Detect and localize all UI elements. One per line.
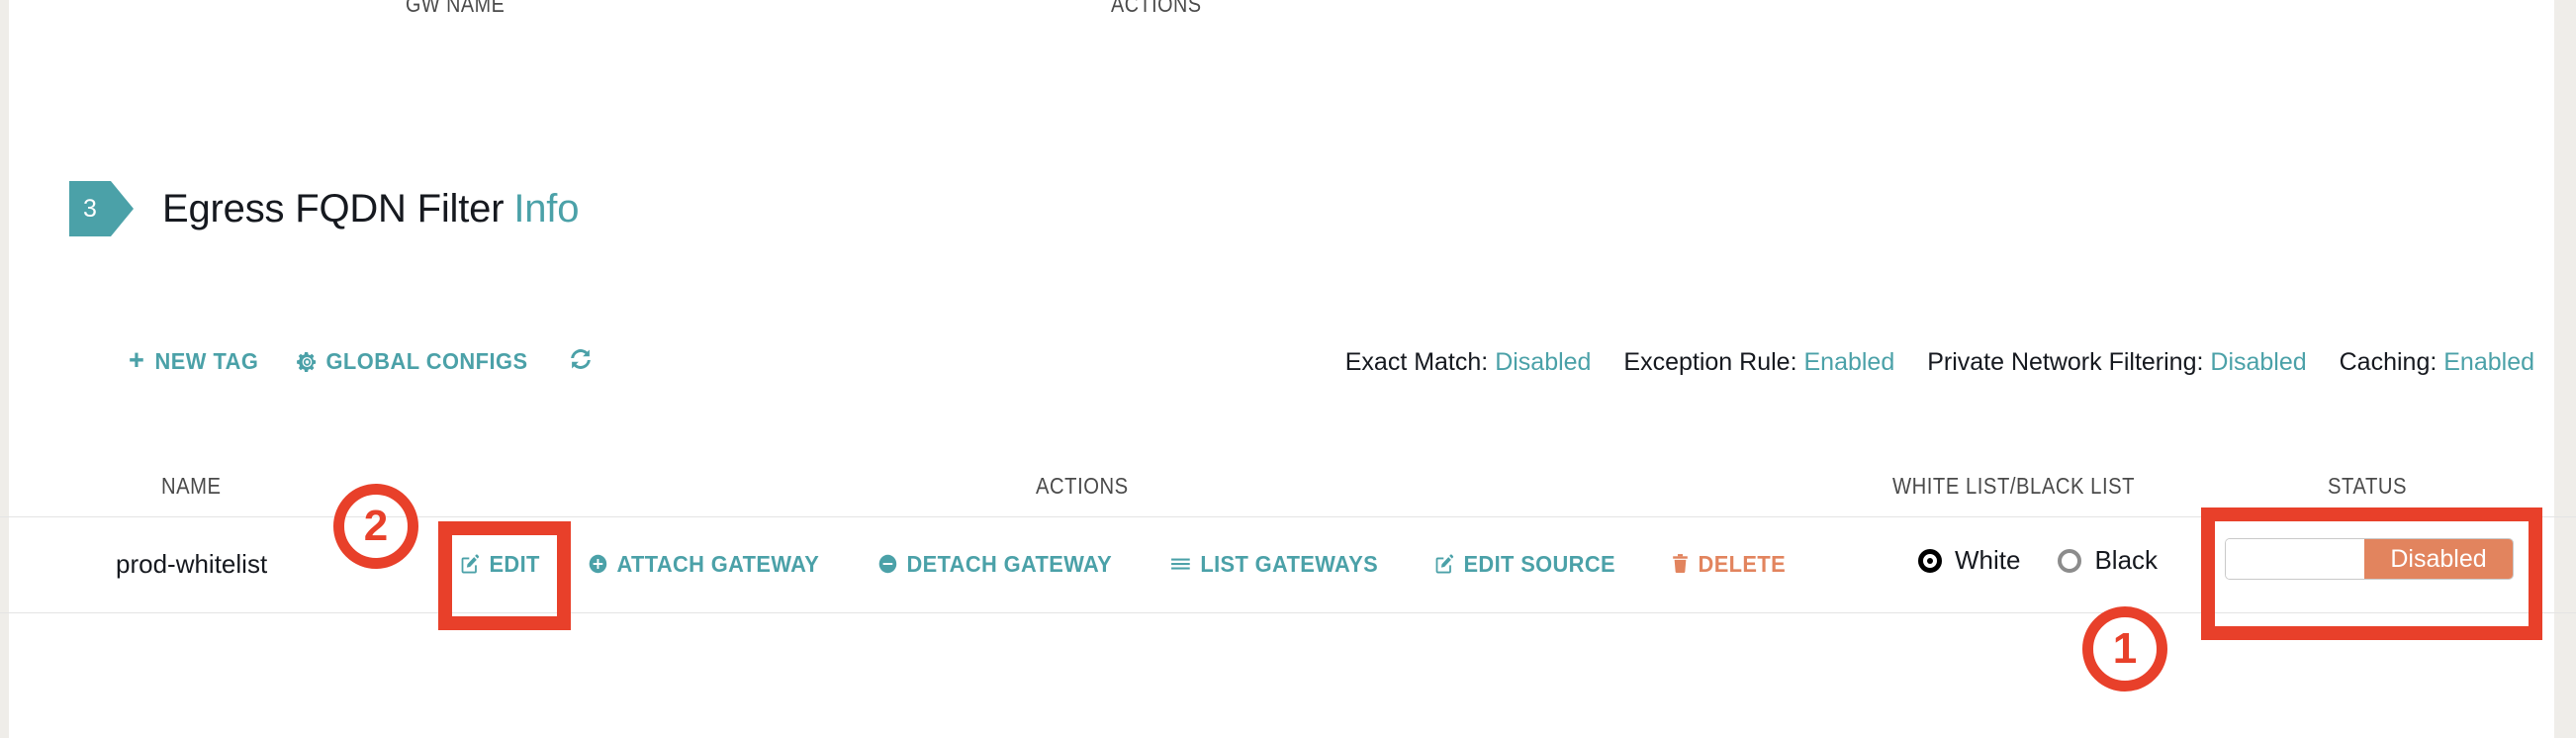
config-private-network-filtering-value[interactable]: Disabled [2210,348,2306,376]
fqdn-filter-table: NAME ACTIONS WHITE LIST/BLACK LIST STATU… [0,457,2576,613]
column-header-name: NAME [161,473,222,499]
table-row: prod-whitelist EDIT ATTACH GATEWAY DETAC… [0,517,2576,613]
refresh-button[interactable] [566,344,596,374]
status-toggle-state-label: Disabled [2364,539,2513,579]
previous-table-header: GW NAME ACTIONS [0,0,2576,26]
info-link[interactable]: Info [513,187,579,231]
delete-label: DELETE [1698,550,1787,577]
global-configs-label: GLOBAL CONFIGS [325,348,528,374]
toolbar: NEW TAG GLOBAL CONFIGS Exact Match: Disa… [0,348,2576,388]
radio-unselected-icon [2058,548,2082,573]
list-gateways-button[interactable]: LIST GATEWAYS [1169,551,1378,578]
annotation-marker-1: 1 [2082,606,2167,692]
list-gateways-label: LIST GATEWAYS [1200,550,1379,577]
radio-selected-icon [1918,548,1942,573]
config-exception-rule: Exception Rule: Enabled [1623,348,1894,376]
column-header-status: STATUS [2328,473,2408,499]
new-tag-button[interactable]: NEW TAG [127,348,258,375]
radio-option-white[interactable]: White [1918,545,2020,576]
config-exception-rule-label: Exception Rule: [1623,348,1797,376]
status-toggle-track [2226,539,2364,579]
plus-icon [127,351,146,372]
attach-gateway-label: ATTACH GATEWAY [616,550,820,577]
pencil-square-icon [1434,553,1455,575]
new-tag-label: NEW TAG [154,348,259,374]
page-title: Egress FQDN Filter Info [162,187,579,231]
plus-circle-icon [588,553,608,575]
edit-source-button[interactable]: EDIT SOURCE [1434,551,1615,578]
section-heading: 3 Egress FQDN Filter Info [0,181,579,236]
edit-source-label: EDIT SOURCE [1463,550,1616,577]
config-caching-value[interactable]: Enabled [2443,348,2534,376]
table-header-row: NAME ACTIONS WHITE LIST/BLACK LIST STATU… [0,457,2576,517]
pencil-square-icon [460,553,481,575]
radio-label-black: Black [2094,545,2159,575]
config-exact-match-value[interactable]: Disabled [1495,348,1591,376]
config-exact-match: Exact Match: Disabled [1345,348,1592,376]
delete-button[interactable]: DELETE [1671,551,1786,578]
column-header-gw-name: GW NAME [406,0,506,17]
config-caching-label: Caching: [2339,348,2438,376]
column-header-actions-top: ACTIONS [1111,0,1202,17]
radio-label-white: White [1955,545,2021,575]
section-title-text: Egress FQDN Filter [162,186,505,231]
refresh-icon [566,344,596,374]
white-black-list-radio-group: White Black [1918,545,2158,576]
status-toggle[interactable]: Disabled [2225,538,2514,580]
config-exact-match-label: Exact Match: [1344,348,1489,376]
config-summary: Exact Match: Disabled Exception Rule: En… [1345,348,2534,377]
attach-gateway-button[interactable]: ATTACH GATEWAY [588,551,819,578]
list-icon [1169,553,1192,575]
detach-gateway-label: DETACH GATEWAY [906,550,1112,577]
edit-button[interactable]: EDIT [460,551,540,578]
page-root: GW NAME ACTIONS 3 Egress FQDN Filter Info… [0,0,2576,738]
config-exception-rule-value[interactable]: Enabled [1803,348,1894,376]
gear-icon [297,351,318,373]
config-private-network-filtering-label: Private Network Filtering: [1927,348,2204,376]
detach-gateway-button[interactable]: DETACH GATEWAY [877,551,1112,578]
radio-option-black[interactable]: Black [2058,545,2158,576]
edit-label: EDIT [489,550,540,577]
minus-circle-icon [877,553,898,575]
trash-icon [1671,553,1690,575]
column-header-white-black-list: WHITE LIST/BLACK LIST [1892,473,2136,499]
tag-name: prod-whitelist [116,549,268,579]
config-private-network-filtering: Private Network Filtering: Disabled [1927,348,2306,376]
global-configs-button[interactable]: GLOBAL CONFIGS [297,348,528,375]
step-number-badge: 3 [69,181,134,236]
config-caching: Caching: Enabled [2340,348,2534,376]
column-header-actions: ACTIONS [1036,473,1129,499]
row-actions: EDIT ATTACH GATEWAY DETACH GATEWAY LIST … [460,543,1792,585]
